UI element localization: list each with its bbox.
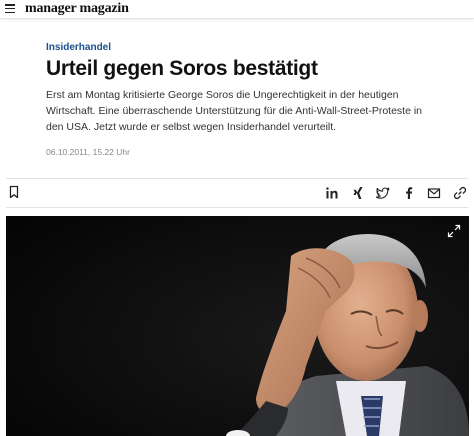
hero-photo — [6, 216, 469, 436]
hero-image[interactable] — [6, 216, 469, 436]
hamburger-menu-icon[interactable] — [5, 4, 15, 14]
share-bar — [6, 178, 468, 208]
facebook-icon[interactable] — [401, 185, 417, 201]
link-icon[interactable] — [452, 185, 468, 201]
share-icons — [314, 185, 468, 201]
site-logo[interactable]: manager magazin — [25, 0, 129, 17]
email-icon[interactable] — [426, 185, 442, 201]
article-dateline: 06.10.2011, 15.22 Uhr — [46, 147, 130, 157]
xing-icon[interactable] — [350, 185, 366, 201]
article-headline: Urteil gegen Soros bestätigt — [46, 57, 318, 80]
expand-icon[interactable] — [447, 224, 461, 238]
twitter-icon[interactable] — [375, 185, 391, 201]
site-header: manager magazin — [0, 0, 474, 19]
bookmark-icon[interactable] — [7, 185, 21, 199]
linkedin-icon[interactable] — [324, 185, 340, 201]
article-teaser: Erst am Montag kritisierte George Soros … — [46, 89, 423, 133]
article-kicker[interactable]: Insiderhandel — [46, 42, 111, 53]
